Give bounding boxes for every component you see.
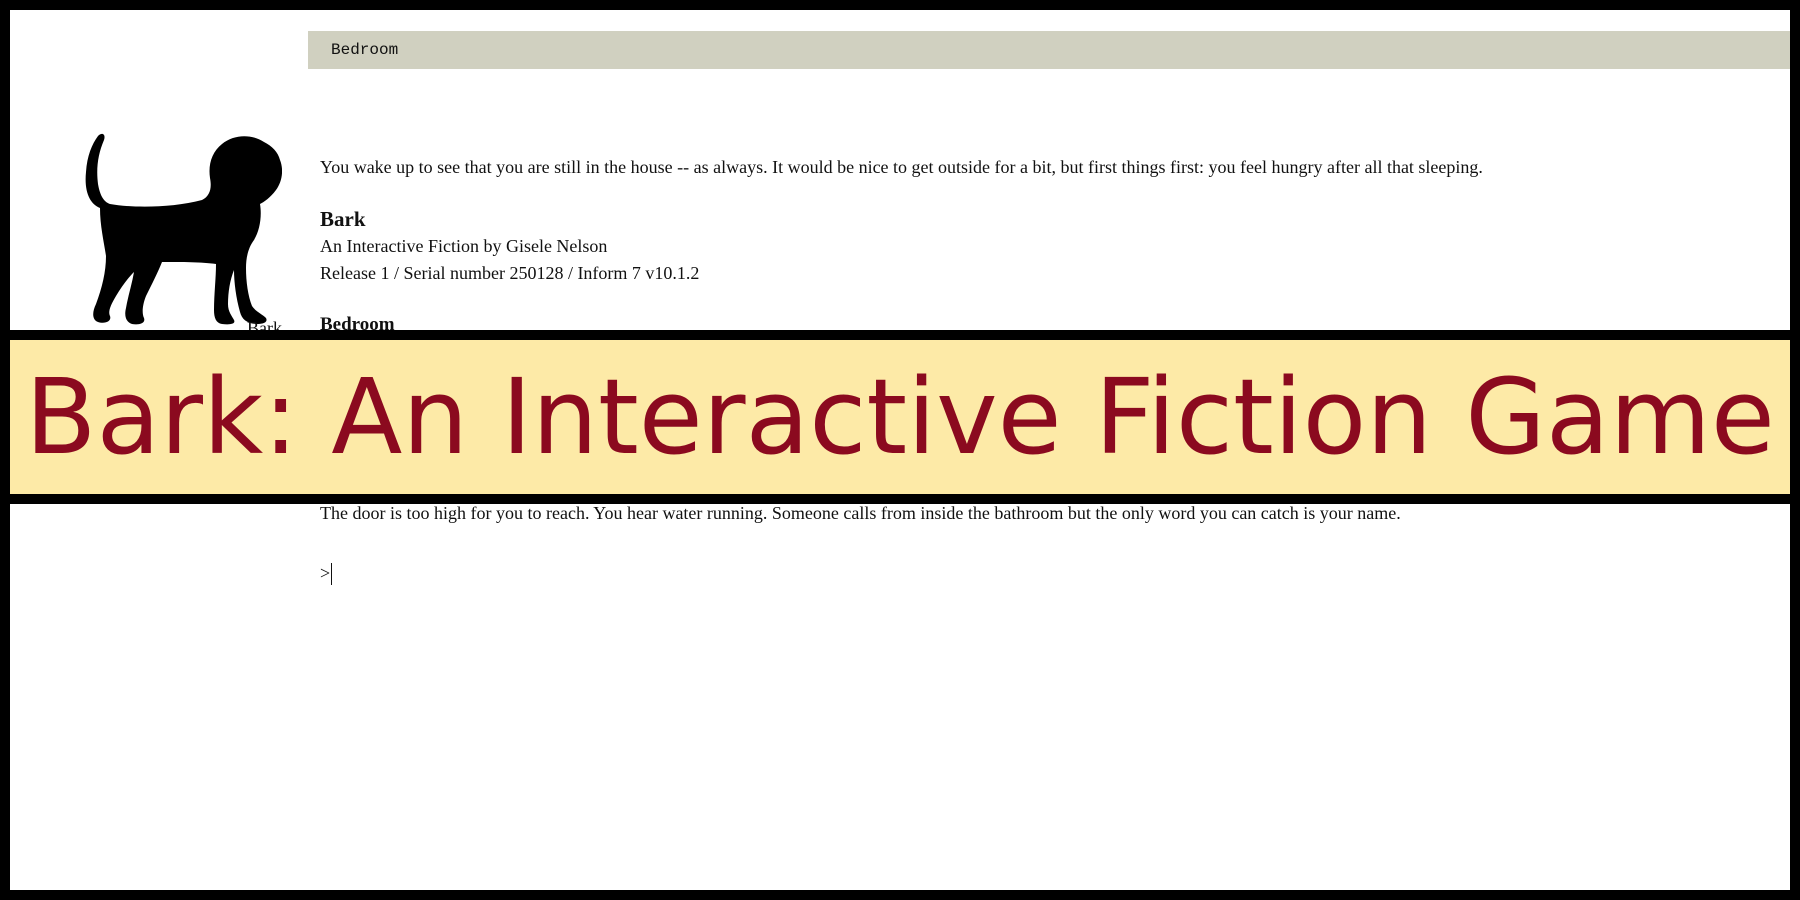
release-info: Release 1 / Serial number 250128 / Infor…: [320, 263, 700, 283]
title-banner: Bark: An Interactive Fiction Game: [10, 340, 1790, 494]
door-text: The door is too high for you to reach. Y…: [320, 503, 1401, 523]
text-caret: [331, 562, 333, 585]
intro-text: You wake up to see that you are still in…: [320, 157, 1483, 177]
status-location: Bedroom: [331, 41, 399, 59]
byline: An Interactive Fiction by Gisele Nelson: [320, 236, 608, 256]
dog-silhouette-image: [85, 133, 282, 325]
prompt-symbol: >: [320, 563, 331, 583]
banner-title: Bark: An Interactive Fiction Game: [25, 356, 1775, 478]
command-input[interactable]: [334, 563, 735, 584]
command-prompt: >: [320, 560, 735, 587]
story-transcript: You wake up to see that you are still in…: [320, 154, 1760, 523]
status-bar: Bedroom: [308, 31, 1790, 69]
game-title: Bark: [320, 207, 366, 231]
